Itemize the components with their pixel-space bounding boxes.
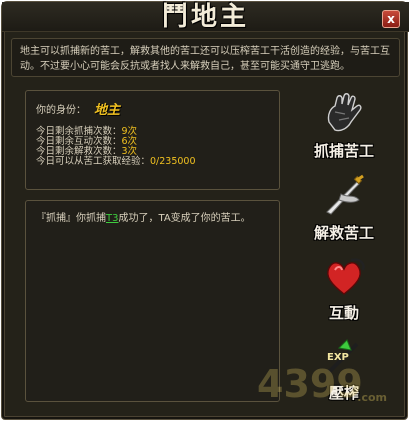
title-bar: 鬥地主 x	[2, 2, 409, 32]
rescue-worker-button[interactable]: 解救苦工	[288, 172, 400, 252]
sword-icon	[326, 174, 364, 215]
identity-label: 你的身份：	[36, 104, 86, 116]
intro-text: 地主可以抓捕新的苦工，解救其他的苦工还可以压榨苦工干活创造的经验，与苦工互动。不…	[11, 38, 400, 77]
status-panel: 你的身份： 地主 今日剩余抓捕次数：9次 今日剩余互动次数：6次 今日剩余解救次…	[25, 90, 280, 190]
stats-list: 今日剩余抓捕次数：9次 今日剩余互动次数：6次 今日剩余解救次数：3次 今日可以…	[36, 127, 269, 167]
log-entry: 『抓捕』你抓捕T3成功了，TA变成了你的苦工。	[36, 209, 269, 224]
exp-arrow-icon: EXP	[327, 339, 359, 374]
interact-label: 互動	[328, 304, 359, 322]
log-suffix: 成功了，TA变成了你的苦工。	[118, 213, 251, 224]
identity-value: 地主	[94, 102, 121, 118]
stat-exp-gain: 今日可以从苦工获取经验：0/235000	[36, 157, 269, 167]
dialog-window: 鬥地主 x 地主可以抓捕新的苦工，解救其他的苦工还可以压榨苦工干活创造的经验，与…	[1, 1, 409, 420]
capture-worker-label: 抓捕苦工	[313, 142, 374, 160]
close-button[interactable]: x	[382, 10, 400, 28]
window-title: 鬥地主	[161, 2, 249, 32]
stat-label: 今日可以从苦工获取经验：	[36, 156, 151, 167]
stat-value: 0/235000	[150, 156, 196, 167]
capture-worker-button[interactable]: 抓捕苦工	[288, 90, 400, 170]
squeeze-label: 壓榨	[328, 384, 359, 402]
squeeze-button[interactable]: EXP 壓榨	[288, 332, 400, 412]
heart-whip-icon	[327, 258, 365, 295]
glove-icon	[327, 93, 362, 132]
interact-button[interactable]: 互動	[288, 252, 400, 332]
svg-text:EXP: EXP	[327, 352, 349, 363]
event-log-panel: 『抓捕』你抓捕T3成功了，TA变成了你的苦工。	[25, 200, 280, 402]
player-link[interactable]: T3	[106, 213, 118, 224]
log-prefix: 『抓捕』你抓捕	[36, 213, 106, 224]
identity-row: 你的身份： 地主	[36, 99, 269, 118]
action-column: 抓捕苦工 解救苦工 互動 EXP 壓榨	[288, 86, 400, 412]
rescue-worker-label: 解救苦工	[313, 224, 374, 242]
